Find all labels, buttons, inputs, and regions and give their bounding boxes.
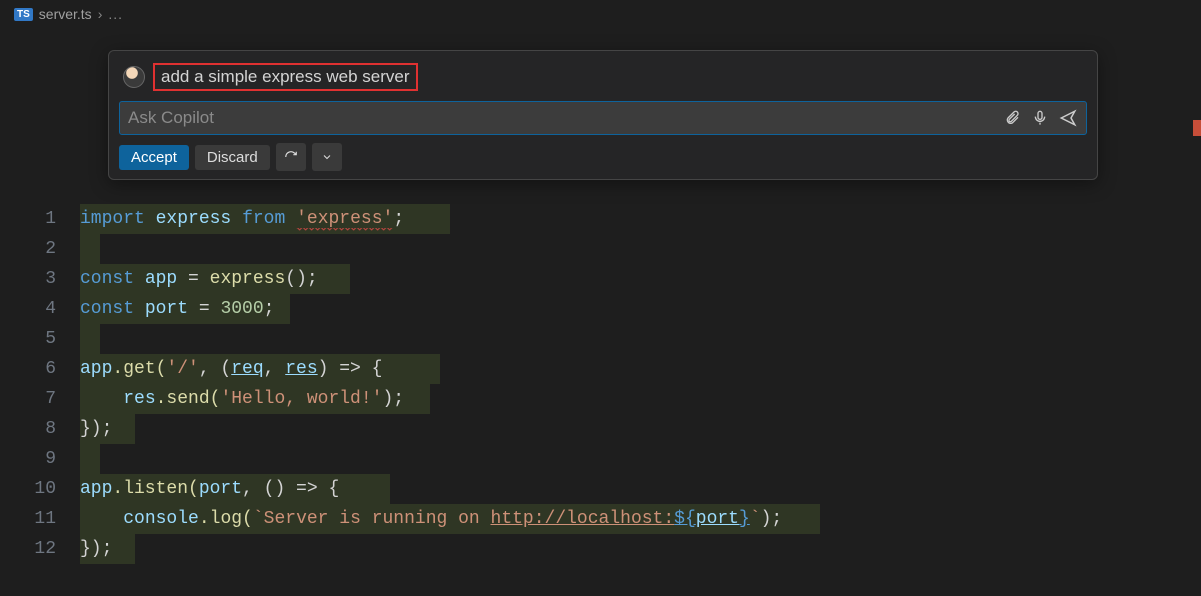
discard-button[interactable]: Discard — [195, 145, 270, 170]
line-number: 7 — [0, 384, 56, 414]
chat-prompt-text: add a simple express web server — [153, 63, 418, 91]
breadcrumb-more[interactable]: ... — [108, 6, 123, 22]
code-line[interactable] — [80, 444, 782, 474]
line-number: 5 — [0, 324, 56, 354]
line-number: 9 — [0, 444, 56, 474]
send-icon[interactable] — [1058, 108, 1078, 128]
regenerate-button[interactable] — [276, 143, 306, 171]
line-number: 8 — [0, 414, 56, 444]
code-line[interactable]: res.send('Hello, world!'); — [80, 384, 782, 414]
code-line[interactable] — [80, 234, 782, 264]
chat-input[interactable] — [128, 108, 994, 128]
microphone-icon[interactable] — [1030, 108, 1050, 128]
line-number: 12 — [0, 534, 56, 564]
breadcrumb: TS server.ts › ... — [0, 0, 1201, 28]
typescript-icon: TS — [14, 8, 33, 21]
line-number: 6 — [0, 354, 56, 384]
line-number: 4 — [0, 294, 56, 324]
code-line[interactable] — [80, 324, 782, 354]
accept-button[interactable]: Accept — [119, 145, 189, 170]
line-number: 3 — [0, 264, 56, 294]
line-number: 1 — [0, 204, 56, 234]
code-line[interactable]: import express from 'express'; — [80, 204, 782, 234]
code-content[interactable]: import express from 'express'; const app… — [80, 204, 782, 564]
more-actions-button[interactable] — [312, 143, 342, 171]
code-line[interactable]: }); — [80, 414, 782, 444]
code-line[interactable]: app.get('/', (req, res) => { — [80, 354, 782, 384]
chat-action-row: Accept Discard — [119, 135, 1087, 171]
minimap-error-marker[interactable] — [1193, 120, 1201, 136]
code-line[interactable]: app.listen(port, () => { — [80, 474, 782, 504]
line-number: 2 — [0, 234, 56, 264]
code-line[interactable]: const port = 3000; — [80, 294, 782, 324]
breadcrumb-filename[interactable]: server.ts — [39, 6, 92, 22]
line-number: 11 — [0, 504, 56, 534]
code-line[interactable]: console.log(`Server is running on http:/… — [80, 504, 782, 534]
line-gutter: 1 2 3 4 5 6 7 8 9 10 11 12 — [0, 204, 80, 564]
code-editor[interactable]: 1 2 3 4 5 6 7 8 9 10 11 12 import expres… — [0, 204, 782, 564]
chat-input-row[interactable] — [119, 101, 1087, 135]
chat-prompt-row: add a simple express web server — [119, 59, 1087, 101]
inline-chat-panel: add a simple express web server Accept D… — [108, 50, 1098, 180]
code-line[interactable]: const app = express(); — [80, 264, 782, 294]
line-number: 10 — [0, 474, 56, 504]
attach-icon[interactable] — [1002, 108, 1022, 128]
chevron-right-icon: › — [98, 6, 103, 22]
code-line[interactable]: }); — [80, 534, 782, 564]
avatar — [123, 66, 145, 88]
